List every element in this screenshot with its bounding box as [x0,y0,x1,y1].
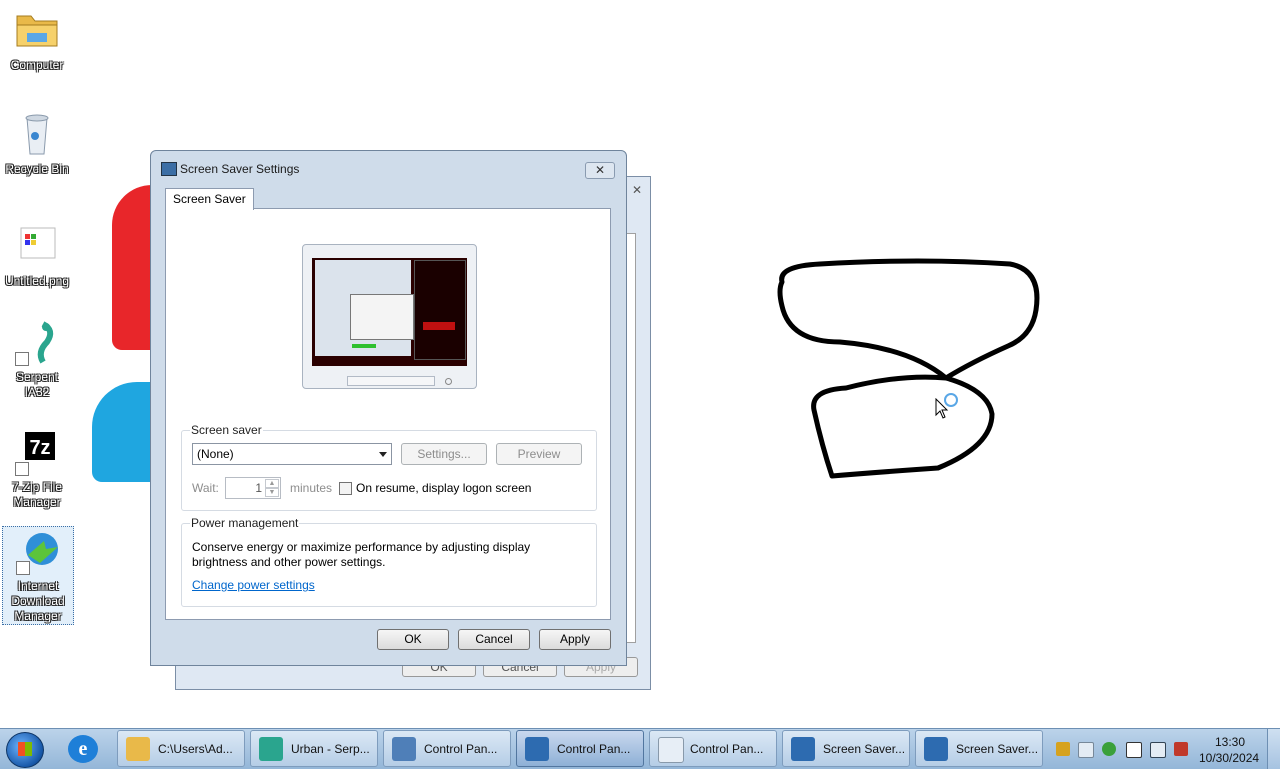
7zip-glyph: 7z [23,430,57,462]
shortcut-arrow-icon [15,462,29,476]
desktop-icon-idm[interactable]: Internet Download Manager [2,526,74,625]
tab-screen-saver[interactable]: Screen Saver [165,188,254,210]
clock-date[interactable]: 10/30/2024 [1199,751,1259,765]
dialog-title: Screen Saver Settings [180,162,300,176]
volume-muted-icon[interactable] [1174,742,1188,756]
taskbar-item-screen-saver-2[interactable]: Screen Saver... [915,730,1043,767]
taskbar-item-label: Control Pan... [424,742,498,756]
document-icon[interactable] [1078,742,1094,758]
shortcut-arrow-icon [15,352,29,366]
resume-checkbox[interactable] [339,482,352,495]
taskbar-item-label: C:\Users\Ad... [158,742,233,756]
taskbar-item-label: Screen Saver... [956,742,1039,756]
wait-spinner[interactable]: 1 ▲ ▼ [225,477,281,499]
spin-down-icon[interactable]: ▼ [265,488,279,497]
desktop-icon-7zip[interactable]: 7z 7-Zip File Manager [2,428,72,510]
back-dialog-close-icon[interactable]: ✕ [632,183,642,197]
serpent-icon [13,318,61,366]
preview-button[interactable]: Preview [496,443,582,465]
recycle-bin-icon [13,110,61,158]
display-icon [791,737,815,761]
system-tray: 13:30 10/30/2024 [1046,729,1280,769]
image-file-icon [13,222,61,270]
taskbar-item-control-panel-2[interactable]: Control Pan... [516,730,644,767]
tab-panel: Screen saver (None) Settings... Preview … [165,208,611,620]
start-button[interactable] [6,732,44,768]
taskbar-item-label: Screen Saver... [823,742,906,756]
idm-icon [14,527,62,575]
close-button[interactable]: ✕ [585,162,615,179]
desktop-icon-label: Recycle Bin [5,162,69,176]
desktop-icon-label: Computer [10,58,64,72]
apply-button[interactable]: Apply [539,629,611,650]
desktop-icon-label: Untitled.png [4,274,70,288]
show-desktop-button[interactable] [1267,729,1280,769]
taskbar: e C:\Users\Ad... Urban - Serp... Control… [0,728,1280,769]
preview-screen [312,258,467,366]
clock-time[interactable]: 13:30 [1215,735,1245,749]
display-icon [525,737,549,761]
control-panel-icon [392,737,416,761]
mouse-cursor-icon [935,398,949,419]
monitor-preview [302,244,477,389]
minutes-label: minutes [290,481,333,495]
desktop-icon-label: 7-Zip File Manager [11,480,62,509]
group-title: Power management [190,516,300,530]
taskbar-item-screen-saver-1[interactable]: Screen Saver... [782,730,910,767]
taskbar-item-label: Control Pan... [557,742,631,756]
display-icon [161,162,177,176]
taskbar-item-control-panel-1[interactable]: Control Pan... [383,730,511,767]
power-management-group: Power management Conserve energy or maxi… [181,516,597,607]
flag-icon[interactable] [1126,742,1142,758]
display-icon[interactable] [1150,742,1166,758]
resume-checkbox-label[interactable]: On resume, display logon screen [356,481,531,495]
folder-icon [126,737,150,761]
screen-saver-select[interactable]: (None) [192,443,392,465]
wait-label: Wait: [192,481,219,495]
taskbar-item-serpent[interactable]: Urban - Serp... [250,730,378,767]
taskbar-item-label: Control Pan... [690,742,764,756]
screen-saver-group: Screen saver (None) Settings... Preview … [181,423,597,511]
serpent-icon [259,737,283,761]
taskbar-item-explorer[interactable]: C:\Users\Ad... [117,730,245,767]
select-value: (None) [197,447,234,461]
hand-drawn-sketch [777,258,1040,479]
power-light-icon [445,378,452,385]
desktop-icon-serpent[interactable]: Serpent IA32 [2,318,72,400]
group-title: Screen saver [190,423,263,437]
display-icon [924,737,948,761]
power-description: Conserve energy or maximize performance … [192,540,531,569]
settings-button[interactable]: Settings... [401,443,487,465]
windows-logo-icon [18,742,32,756]
internet-explorer-icon[interactable]: e [68,735,98,763]
desktop-icon-untitled-png[interactable]: Untitled.png [2,222,72,289]
change-power-settings-link[interactable]: Change power settings [192,578,315,592]
7zip-icon: 7z [13,428,61,476]
desktop-icon-recycle-bin[interactable]: Recycle Bin [2,110,72,177]
taskbar-item-control-panel-3[interactable]: Control Pan... [649,730,777,767]
taskbar-item-label: Urban - Serp... [291,742,370,756]
cancel-button[interactable]: Cancel [458,629,530,650]
network-icon[interactable] [1056,742,1070,756]
desktop-icon-label: Internet Download Manager [11,579,65,623]
wait-value: 1 [255,481,262,495]
monitor-stand [347,376,435,386]
desktop-icon-computer[interactable]: Computer [2,6,72,73]
shortcut-arrow-icon [16,561,30,575]
chevron-down-icon [379,452,387,457]
dialog-titlebar[interactable]: Screen Saver Settings ✕ [151,151,626,187]
folder-icon [13,6,61,54]
security-icon[interactable] [1102,742,1116,756]
screen-saver-settings-dialog: Screen Saver Settings ✕ Screen Saver Scr… [150,150,627,666]
desktop-icon-label: Serpent IA32 [15,370,59,399]
document-icon [658,737,684,763]
spin-up-icon[interactable]: ▲ [265,479,279,488]
ok-button[interactable]: OK [377,629,449,650]
